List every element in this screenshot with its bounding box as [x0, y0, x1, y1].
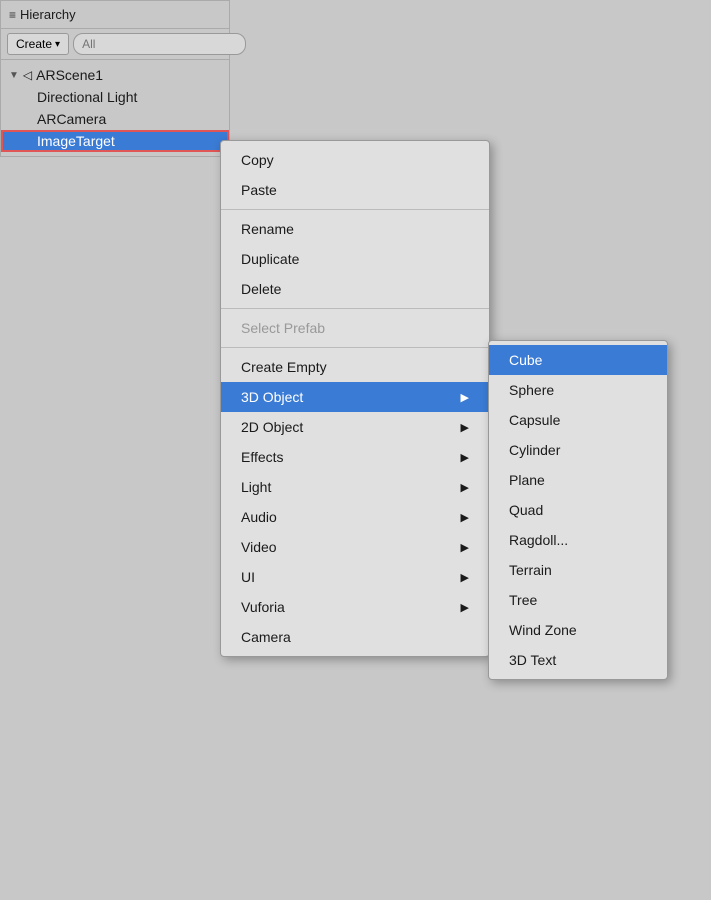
create-dropdown-arrow: ▾	[55, 39, 60, 50]
submenu-tree-label: Tree	[509, 592, 537, 608]
menu-item-rename[interactable]: Rename	[221, 214, 489, 244]
separator-3	[221, 347, 489, 348]
submenu-arrow-audio: ▶	[461, 511, 469, 524]
imagetarget-label: ImageTarget	[37, 133, 115, 149]
menu-item-vuforia[interactable]: Vuforia ▶	[221, 592, 489, 622]
submenu-3d-text-label: 3D Text	[509, 652, 556, 668]
submenu-terrain-label: Terrain	[509, 562, 552, 578]
menu-rename-label: Rename	[241, 221, 294, 237]
tree-item-directional-light[interactable]: Directional Light	[1, 86, 229, 108]
menu-item-audio[interactable]: Audio ▶	[221, 502, 489, 532]
menu-delete-label: Delete	[241, 281, 281, 297]
menu-paste-label: Paste	[241, 182, 277, 198]
submenu-3d-object: Cube Sphere Capsule Cylinder Plane Quad …	[488, 340, 668, 680]
scene-name: ARScene1	[36, 67, 103, 83]
menu-create-empty-label: Create Empty	[241, 359, 327, 375]
submenu-item-terrain[interactable]: Terrain	[489, 555, 667, 585]
submenu-item-sphere[interactable]: Sphere	[489, 375, 667, 405]
submenu-arrow-light: ▶	[461, 481, 469, 494]
menu-audio-label: Audio	[241, 509, 277, 525]
menu-effects-label: Effects	[241, 449, 284, 465]
hierarchy-title-bar: ≡ Hierarchy	[1, 1, 229, 29]
submenu-item-capsule[interactable]: Capsule	[489, 405, 667, 435]
submenu-quad-label: Quad	[509, 502, 543, 518]
menu-item-camera[interactable]: Camera	[221, 622, 489, 652]
menu-select-prefab-label: Select Prefab	[241, 320, 325, 336]
submenu-item-plane[interactable]: Plane	[489, 465, 667, 495]
menu-vuforia-label: Vuforia	[241, 599, 285, 615]
tree-item-imagetarget[interactable]: ImageTarget	[1, 130, 229, 152]
submenu-item-ragdoll[interactable]: Ragdoll...	[489, 525, 667, 555]
directional-light-label: Directional Light	[37, 89, 137, 105]
submenu-wind-zone-label: Wind Zone	[509, 622, 577, 638]
hierarchy-panel: ≡ Hierarchy Create ▾ ▼ ◁ ARScene1 Direct…	[0, 0, 230, 157]
menu-duplicate-label: Duplicate	[241, 251, 299, 267]
search-input[interactable]	[73, 33, 246, 55]
create-button[interactable]: Create ▾	[7, 33, 69, 55]
hierarchy-tree: ▼ ◁ ARScene1 Directional Light ARCamera …	[1, 60, 229, 156]
menu-item-copy[interactable]: Copy	[221, 145, 489, 175]
submenu-item-3d-text[interactable]: 3D Text	[489, 645, 667, 675]
submenu-item-wind-zone[interactable]: Wind Zone	[489, 615, 667, 645]
submenu-capsule-label: Capsule	[509, 412, 560, 428]
submenu-ragdoll-label: Ragdoll...	[509, 532, 568, 548]
menu-light-label: Light	[241, 479, 271, 495]
menu-item-create-empty[interactable]: Create Empty	[221, 352, 489, 382]
submenu-arrow-2d-object: ▶	[461, 421, 469, 434]
menu-item-light[interactable]: Light ▶	[221, 472, 489, 502]
submenu-cube-label: Cube	[509, 352, 542, 368]
submenu-item-quad[interactable]: Quad	[489, 495, 667, 525]
scene-root-item[interactable]: ▼ ◁ ARScene1	[1, 64, 229, 86]
menu-item-2d-object[interactable]: 2D Object ▶	[221, 412, 489, 442]
submenu-cylinder-label: Cylinder	[509, 442, 560, 458]
menu-item-select-prefab: Select Prefab	[221, 313, 489, 343]
separator-2	[221, 308, 489, 309]
menu-camera-label: Camera	[241, 629, 291, 645]
menu-item-ui[interactable]: UI ▶	[221, 562, 489, 592]
menu-item-paste[interactable]: Paste	[221, 175, 489, 205]
arcamera-label: ARCamera	[37, 111, 106, 127]
submenu-item-cube[interactable]: Cube	[489, 345, 667, 375]
menu-video-label: Video	[241, 539, 277, 555]
submenu-arrow-video: ▶	[461, 541, 469, 554]
submenu-sphere-label: Sphere	[509, 382, 554, 398]
submenu-arrow-effects: ▶	[461, 451, 469, 464]
hierarchy-toolbar: Create ▾	[1, 29, 229, 60]
menu-item-delete[interactable]: Delete	[221, 274, 489, 304]
menu-item-duplicate[interactable]: Duplicate	[221, 244, 489, 274]
scene-icon: ◁	[23, 68, 32, 82]
create-button-label: Create	[16, 37, 52, 51]
scene-expand-arrow: ▼	[9, 70, 19, 81]
submenu-arrow-ui: ▶	[461, 571, 469, 584]
tree-item-arcamera[interactable]: ARCamera	[1, 108, 229, 130]
submenu-arrow-vuforia: ▶	[461, 601, 469, 614]
submenu-plane-label: Plane	[509, 472, 545, 488]
menu-item-video[interactable]: Video ▶	[221, 532, 489, 562]
submenu-arrow-3d-object: ▶	[461, 391, 469, 404]
submenu-item-cylinder[interactable]: Cylinder	[489, 435, 667, 465]
menu-ui-label: UI	[241, 569, 255, 585]
menu-item-effects[interactable]: Effects ▶	[221, 442, 489, 472]
menu-item-3d-object[interactable]: 3D Object ▶	[221, 382, 489, 412]
menu-copy-label: Copy	[241, 152, 274, 168]
menu-3d-object-label: 3D Object	[241, 389, 303, 405]
menu-2d-object-label: 2D Object	[241, 419, 303, 435]
submenu-item-tree[interactable]: Tree	[489, 585, 667, 615]
hierarchy-title: Hierarchy	[20, 7, 76, 22]
separator-1	[221, 209, 489, 210]
hierarchy-menu-icon: ≡	[9, 8, 16, 22]
context-menu: Copy Paste Rename Duplicate Delete Selec…	[220, 140, 490, 657]
